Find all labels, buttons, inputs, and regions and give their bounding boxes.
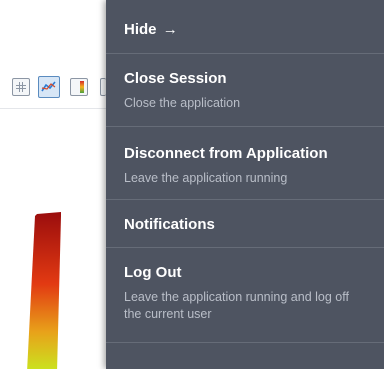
disconnect-description: Leave the application running (124, 171, 288, 185)
menu-empty-item[interactable] (106, 343, 384, 369)
close-session-description: Close the application (124, 96, 241, 110)
view-toolbar (0, 68, 110, 109)
notifications-item[interactable]: Notifications (106, 200, 384, 248)
log-out-item[interactable]: Log Out Leave the application running an… (106, 248, 384, 343)
disconnect-item[interactable]: Disconnect from Application Leave the ap… (106, 127, 384, 200)
colored-bar (27, 212, 61, 369)
hide-menu-button[interactable]: Hide → (106, 0, 384, 54)
table-icon[interactable] (12, 78, 30, 96)
arrow-right-icon: → (162, 21, 178, 38)
chart-icon[interactable] (38, 76, 60, 98)
colormap-icon[interactable] (70, 78, 88, 96)
close-session-title: Close Session (124, 70, 227, 87)
log-out-title: Log Out (124, 264, 182, 281)
disconnect-title: Disconnect from Application (124, 145, 328, 162)
log-out-description: Leave the application running and log of… (124, 290, 349, 321)
application-window: Hide → Close Session Close the applicati… (0, 0, 384, 369)
hide-label: Hide (124, 21, 157, 38)
notifications-title: Notifications (124, 216, 215, 233)
close-session-item[interactable]: Close Session Close the application (106, 54, 384, 127)
session-menu: Hide → Close Session Close the applicati… (106, 0, 384, 369)
